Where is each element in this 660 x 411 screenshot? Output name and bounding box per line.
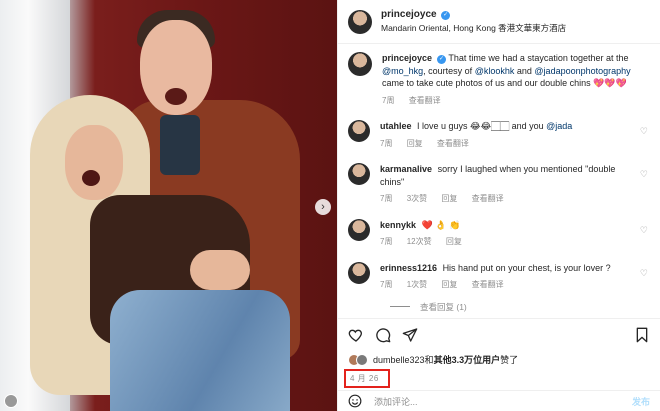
timestamp: 7周 (380, 280, 393, 289)
translate-link[interactable]: 查看翻译 (472, 280, 504, 289)
arm (190, 250, 250, 290)
heart-icon[interactable]: ♡ (640, 126, 648, 137)
chevron-right-icon: › (321, 200, 325, 213)
caption: princejoyce ✓ That time we had a staycati… (348, 52, 650, 107)
add-comment-bar: 添加评论... 发布 (338, 390, 660, 411)
bookmark-icon[interactable] (634, 327, 650, 343)
verified-badge-icon: ✓ (437, 55, 447, 64)
like-count[interactable]: 3次赞 (407, 194, 427, 203)
likes-text: 和 (424, 355, 434, 365)
timestamp: 7周 (380, 138, 393, 148)
timestamp: 7周 (380, 194, 393, 203)
heart-icon[interactable]: ♡ (640, 268, 648, 279)
caption-text: , courtesy of (423, 65, 473, 76)
avatar[interactable] (348, 120, 370, 142)
post-actions: dumbelle323 和其他3.3万位用户 赞了 4 月 26 (338, 318, 660, 388)
likes-text: 赞了 (500, 355, 519, 365)
emoji-icon[interactable] (348, 394, 362, 408)
divider (390, 306, 410, 307)
mention-link[interactable]: @jadapoonphotography (534, 66, 630, 76)
comment-username[interactable]: erinness1216 (380, 263, 437, 273)
caption-username[interactable]: princejoyce (382, 53, 432, 63)
caption-text: and (516, 65, 532, 76)
comment-text: I love u guys 😂😂🏻🏻 and you (417, 121, 544, 131)
comment: utahlee I love u guys 😂😂🏻🏻 and you @jada… (348, 120, 650, 150)
likes-count[interactable]: 其他3.3万位用户 (434, 353, 501, 366)
avatar[interactable] (348, 218, 370, 241)
comment-icon[interactable] (375, 327, 391, 343)
avatar[interactable] (4, 394, 18, 408)
view-replies-button[interactable]: 查看回复 (1) (390, 301, 650, 313)
comment-username[interactable]: karmanalive (380, 164, 432, 174)
post-date: 4 月 26 (344, 369, 390, 388)
mention-link[interactable]: @klookhk (475, 66, 515, 76)
avatar[interactable] (348, 163, 370, 185)
woman-face (65, 125, 123, 200)
likes-summary: dumbelle323 和其他3.3万位用户 赞了 (348, 353, 650, 366)
comment-text: ❤️ 👌 👏 (421, 219, 461, 230)
reply-button[interactable]: 回复 (441, 194, 457, 203)
translate-link[interactable]: 查看翻译 (472, 194, 504, 203)
heart-icon[interactable] (348, 327, 364, 343)
translate-link[interactable]: 查看翻译 (437, 139, 469, 148)
translate-link[interactable]: 查看翻译 (409, 96, 441, 105)
verified-badge-icon: ✓ (441, 11, 451, 20)
like-count[interactable]: 12次赞 (407, 237, 432, 246)
avatar[interactable] (348, 52, 372, 76)
avatar[interactable] (348, 9, 372, 34)
post-username[interactable]: princejoyce (381, 9, 437, 20)
woman-mouth (82, 170, 100, 186)
view-replies-label: 查看回复 (1) (420, 301, 467, 312)
liker-avatars (348, 353, 368, 366)
reply-button[interactable]: 回复 (446, 237, 462, 246)
post-side-panel: princejoyce ✓ Mandarin Oriental, Hong Ko… (337, 0, 660, 411)
heart-icon[interactable]: ♡ (640, 225, 648, 236)
comment-username[interactable]: utahlee (380, 121, 412, 131)
reply-button[interactable]: 回复 (407, 139, 423, 148)
man-mouth (165, 88, 187, 105)
comment-input[interactable]: 添加评论... (374, 395, 418, 408)
next-photo-button[interactable]: › (315, 199, 331, 215)
reply-button[interactable]: 回复 (441, 280, 457, 289)
comment-text: His hand put on your chest, is your love… (442, 262, 611, 273)
liker-username[interactable]: dumbelle323 (373, 355, 425, 365)
post-photo[interactable]: › (0, 0, 337, 411)
comment: karmanalive sorry I laughed when you men… (348, 163, 650, 206)
comment: kennykk ❤️ 👌 👏 7周 12次赞 回复 ♡ (348, 218, 650, 249)
share-icon[interactable] (402, 327, 418, 343)
comments-list[interactable]: princejoyce ✓ That time we had a staycati… (338, 44, 660, 313)
man-shirt (160, 115, 200, 175)
avatar[interactable] (348, 261, 370, 284)
timestamp: 7周 (380, 237, 393, 246)
heart-icon[interactable]: ♡ (640, 169, 648, 180)
jeans (110, 290, 290, 411)
comment: erinness1216 His hand put on your chest,… (348, 261, 650, 292)
caption-text: came to take cute photos of us and our d… (382, 78, 627, 88)
post-comment-button[interactable]: 发布 (632, 395, 650, 408)
post-header: princejoyce ✓ Mandarin Oriental, Hong Ko… (338, 0, 660, 44)
mention-link[interactable]: @jada (546, 121, 572, 131)
mention-link[interactable]: @mo_hkg (382, 66, 423, 76)
post-viewer: › princejoyce ✓ Mandarin Oriental, Hong … (0, 0, 660, 411)
comment-username[interactable]: kennykk (380, 220, 416, 230)
like-count[interactable]: 1次赞 (407, 280, 427, 289)
post-location[interactable]: Mandarin Oriental, Hong Kong 香港文華東方酒店 (381, 22, 566, 34)
timestamp: 7周 (382, 95, 395, 105)
caption-text: That time we had a staycation together a… (448, 53, 629, 63)
